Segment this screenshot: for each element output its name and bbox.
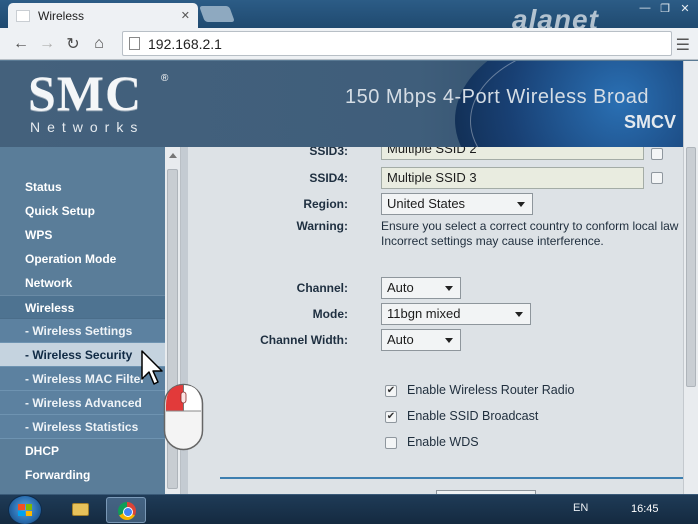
mouse-cursor-icon [141, 350, 163, 385]
channel-select[interactable]: Auto [381, 277, 461, 299]
logo-main-text: SMC [28, 65, 143, 121]
ssid3-label: SSID3: [309, 147, 348, 158]
forward-arrow-icon[interactable]: → [34, 35, 60, 53]
taskbar-clock[interactable]: 16:45 [631, 503, 659, 515]
folder-icon [72, 503, 89, 516]
main-scrollbar-thumb[interactable] [686, 147, 696, 387]
nav-item-wps[interactable]: WPS [0, 223, 165, 247]
windows-logo-icon [18, 504, 32, 516]
mode-select[interactable]: 11bgn mixed [381, 303, 531, 325]
taskbar-chrome-button[interactable] [106, 497, 146, 523]
ssid4-input[interactable]: Multiple SSID 3 [381, 167, 644, 189]
enable-ssid-broadcast-checkbox[interactable]: ✔ [385, 411, 397, 423]
scroll-up-arrow-icon[interactable] [169, 153, 177, 158]
mode-select-value: 11bgn mixed [387, 306, 461, 321]
close-window-icon[interactable]: ✕ [678, 2, 692, 15]
home-icon[interactable]: ⌂ [86, 35, 112, 53]
start-button[interactable] [8, 495, 42, 524]
tab-title: Wireless [38, 8, 85, 23]
nav-item-network[interactable]: Network [0, 271, 165, 295]
region-label: Region: [303, 197, 348, 211]
chevron-down-icon [445, 286, 453, 291]
browser-toolbar: ← → ↻ ⌂ 192.168.2.1 ☰ [0, 28, 698, 60]
ssid4-label: SSID4: [309, 171, 348, 185]
mouse-click-indicator-icon [163, 383, 204, 451]
wireless-settings-form: SSID3: Multiple SSID 2 SSID4: Multiple S… [181, 147, 683, 494]
nav-item-wireless[interactable]: Wireless [0, 295, 165, 319]
router-header-banner: SMC ® Networks 150 Mbps 4-Port Wireless … [0, 61, 698, 147]
channel-width-select-value: Auto [387, 332, 414, 347]
nav-list: Status Quick Setup WPS Operation Mode Networ… [0, 147, 165, 487]
channel-width-label: Channel Width: [260, 333, 348, 347]
browser-menu-icon[interactable]: ☰ [676, 35, 690, 55]
new-tab-button[interactable] [199, 6, 235, 22]
browser-tab[interactable]: Wireless ✕ [8, 3, 198, 28]
channel-label: Channel: [296, 281, 348, 295]
back-arrow-icon[interactable]: ← [8, 35, 34, 53]
region-select-value: United States [387, 196, 466, 211]
warning-label: Warning: [296, 219, 348, 233]
address-bar[interactable]: 192.168.2.1 [122, 31, 672, 56]
channel-select-value: Auto [387, 280, 414, 295]
taskbar-explorer-button[interactable] [60, 497, 100, 523]
maximize-icon[interactable]: ❐ [658, 2, 672, 15]
nav-item-quick-setup[interactable]: Quick Setup [0, 199, 165, 223]
logo-registered-mark: ® [161, 73, 169, 84]
minimize-icon[interactable]: — [638, 2, 652, 15]
region-select[interactable]: United States [381, 193, 533, 215]
header-scrollbar[interactable] [683, 61, 698, 147]
page-favicon-icon [16, 9, 30, 22]
chevron-down-icon [515, 312, 523, 317]
warning-line-1: Ensure you select a correct country to c… [381, 219, 679, 233]
enable-radio-checkbox[interactable]: ✔ [385, 385, 397, 397]
url-text: 192.168.2.1 [148, 35, 222, 52]
reload-icon[interactable]: ↻ [60, 34, 86, 54]
nav-item-operation-mode[interactable]: Operation Mode [0, 247, 165, 271]
browser-tab-bar: Wireless ✕ alanet — ❐ ✕ [0, 0, 698, 35]
main-scrollbar[interactable] [683, 147, 698, 494]
nav-item-wireless-advanced[interactable]: - Wireless Advanced [0, 391, 165, 415]
product-model: SMCV [624, 112, 677, 132]
chrome-icon [118, 502, 136, 520]
nav-item-wireless-settings[interactable]: - Wireless Settings [0, 319, 165, 343]
warning-text: Ensure you select a correct country to c… [381, 219, 683, 249]
smc-logo: SMC ® Networks [28, 65, 168, 135]
channel-width-select[interactable]: Auto [381, 329, 461, 351]
enable-wds-label: Enable WDS [407, 435, 479, 449]
left-navigation: Status Quick Setup WPS Operation Mode Networ… [0, 147, 165, 494]
ssid4-checkbox[interactable] [651, 172, 663, 184]
mode-label: Mode: [312, 307, 348, 321]
ssid3-checkbox[interactable] [651, 148, 663, 160]
chevron-down-icon [517, 202, 525, 207]
enable-radio-label: Enable Wireless Router Radio [407, 383, 575, 397]
section-divider [220, 477, 683, 479]
nav-item-status[interactable]: Status [0, 175, 165, 199]
nav-item-wireless-statistics[interactable]: - Wireless Statistics [0, 415, 165, 439]
nav-item-dhcp[interactable]: DHCP [0, 439, 165, 463]
language-indicator[interactable]: EN [573, 502, 588, 514]
product-title: 150 Mbps 4-Port Wireless Broad [345, 86, 650, 108]
logo-sub-text: Networks [30, 119, 145, 135]
nav-item-forwarding[interactable]: Forwarding [0, 463, 165, 487]
close-tab-icon[interactable]: ✕ [181, 9, 190, 22]
page-icon [129, 37, 140, 50]
chevron-down-icon [445, 338, 453, 343]
window-controls: — ❐ ✕ [638, 2, 692, 15]
enable-wds-checkbox[interactable] [385, 437, 397, 449]
warning-line-2: Incorrect settings may cause interferenc… [381, 234, 604, 248]
ssid3-input[interactable]: Multiple SSID 2 [381, 147, 644, 160]
enable-ssid-broadcast-label: Enable SSID Broadcast [407, 409, 539, 423]
windows-taskbar: EN 16:45 [0, 494, 698, 524]
